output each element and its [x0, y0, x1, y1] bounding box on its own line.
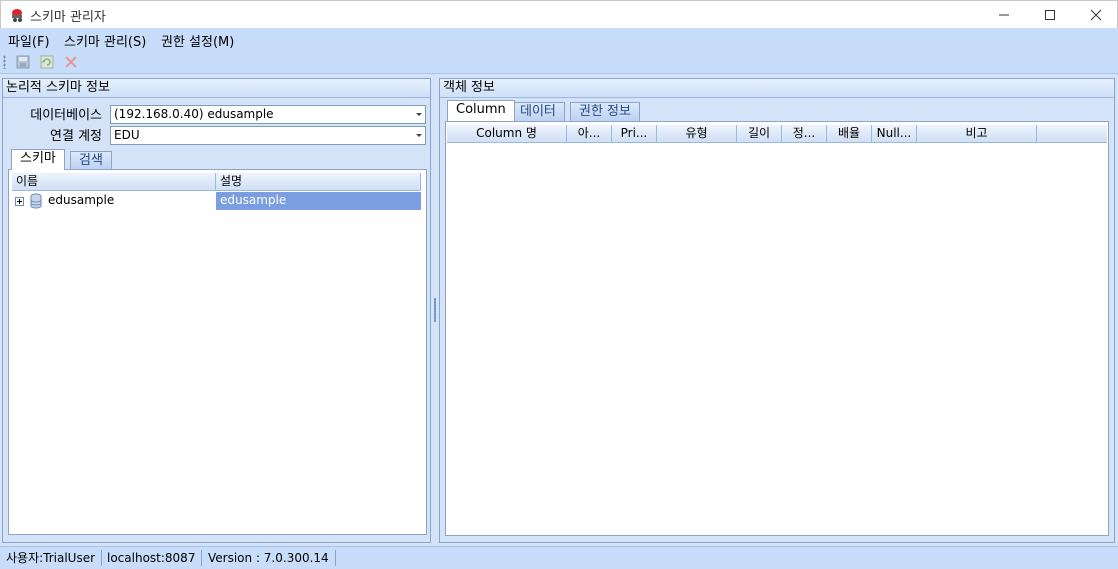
menu-schema-manage[interactable]: 스키마 관리(S)	[64, 31, 146, 50]
toolbar	[0, 50, 1118, 74]
logical-schema-header: 논리적 스키마 정보	[3, 79, 430, 98]
tab-data[interactable]: 데이터	[511, 102, 565, 121]
tree-row-name: edusample	[48, 193, 115, 207]
col-ah[interactable]: 아...	[567, 125, 612, 143]
menu-permission-settings[interactable]: 권한 설정(M)	[161, 31, 234, 50]
account-combo[interactable]: EDU	[110, 126, 426, 145]
minimize-button[interactable]	[981, 1, 1027, 29]
tab-column[interactable]: Column	[447, 100, 515, 121]
save-button[interactable]	[14, 53, 32, 71]
account-value: EDU	[114, 128, 140, 142]
col-column-name[interactable]: Column 명	[447, 125, 567, 143]
refresh-button[interactable]	[38, 53, 56, 71]
col-remarks[interactable]: 비고	[917, 125, 1037, 143]
splitter-grip[interactable]	[434, 298, 436, 322]
close-button[interactable]	[1073, 1, 1118, 29]
account-label: 연결 계정	[50, 129, 102, 144]
expand-icon[interactable]	[15, 197, 24, 206]
col-description[interactable]: 설명	[216, 173, 421, 191]
delete-icon	[65, 56, 77, 68]
object-info-header: 객체 정보	[440, 79, 1114, 98]
close-icon	[1090, 9, 1102, 21]
column-grid-header: Column 명 아... Pri... 유형 길이 정... 배율 Null.…	[447, 125, 1107, 143]
tab-search[interactable]: 검색	[70, 151, 112, 170]
tab-permission-info[interactable]: 권한 정보	[570, 102, 640, 121]
col-length[interactable]: 길이	[737, 125, 782, 143]
window-title: 스키마 관리자	[30, 10, 106, 25]
tree-grid-header: 이름 설명	[12, 173, 421, 191]
schema-tree-container: 이름 설명 edusample edusample	[8, 169, 427, 535]
save-icon	[16, 55, 30, 69]
status-bar: 사용자:TrialUser localhost:8087 Version : 7…	[0, 546, 1118, 569]
database-combo[interactable]: (192.168.0.40) edusample	[110, 105, 426, 124]
col-nullable[interactable]: Null...	[872, 125, 917, 143]
delete-button[interactable]	[62, 53, 80, 71]
database-label: 데이터베이스	[30, 108, 102, 123]
title-bar: 스키마 관리자	[0, 0, 1118, 28]
status-version: Version : 7.0.300.14	[208, 550, 336, 566]
minimize-icon	[999, 14, 1009, 16]
logical-schema-panel: 논리적 스키마 정보 데이터베이스 (192.168.0.40) edusamp…	[2, 78, 431, 543]
database-value: (192.168.0.40) edusample	[114, 107, 274, 121]
menu-bar: 파일(F) 스키마 관리(S) 권한 설정(M)	[0, 28, 1118, 50]
panel-splitter[interactable]	[432, 78, 438, 543]
column-grid-container: Column 명 아... Pri... 유형 길이 정... 배율 Null.…	[445, 121, 1109, 536]
col-type[interactable]: 유형	[657, 125, 737, 143]
database-icon	[30, 193, 42, 209]
status-user: 사용자:TrialUser	[6, 550, 103, 566]
tab-schema[interactable]: 스키마	[11, 149, 65, 170]
refresh-icon	[40, 55, 54, 69]
col-name[interactable]: 이름	[12, 173, 216, 191]
maximize-icon	[1045, 10, 1055, 20]
menu-file[interactable]: 파일(F)	[8, 31, 50, 50]
maximize-button[interactable]	[1027, 1, 1073, 29]
tree-row-description[interactable]: edusample	[216, 192, 421, 210]
object-info-panel: 객체 정보 Column 데이터 권한 정보 Column 명 아... Pri…	[439, 78, 1115, 543]
toolbar-grip[interactable]	[3, 55, 6, 69]
col-primary[interactable]: Pri...	[612, 125, 657, 143]
status-host: localhost:8087	[107, 550, 203, 566]
col-precision[interactable]: 정...	[782, 125, 827, 143]
app-icon	[12, 9, 22, 22]
chevron-down-icon[interactable]	[416, 134, 422, 137]
tree-row[interactable]: edusample edusample	[12, 192, 421, 210]
chevron-down-icon[interactable]	[416, 113, 422, 116]
col-scale[interactable]: 배율	[827, 125, 872, 143]
